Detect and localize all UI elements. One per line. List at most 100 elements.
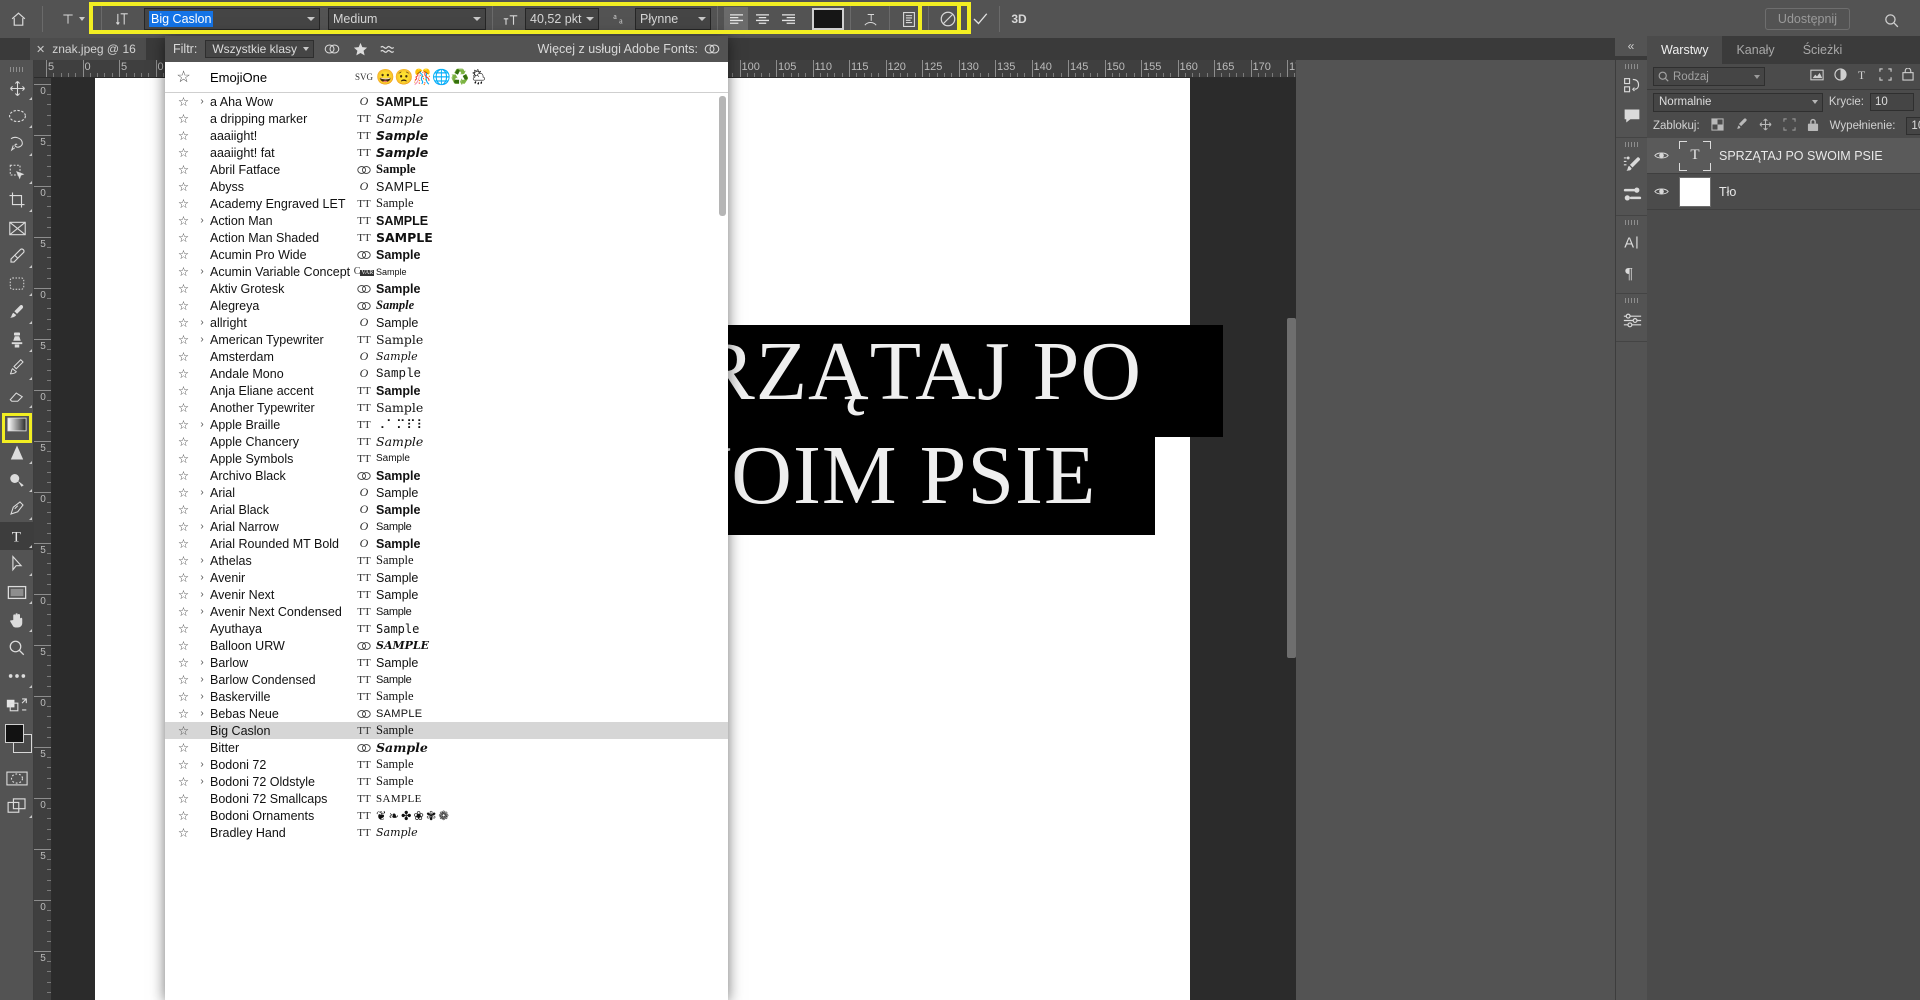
cancel-edit-button[interactable]	[935, 6, 961, 32]
font-list-item[interactable]: ☆ Balloon URW SAMPLE	[165, 637, 728, 654]
document-tab[interactable]: ✕ znak.jpeg @ 16	[30, 38, 146, 60]
adjustments-icon[interactable]	[1616, 149, 1648, 179]
warp-text-button[interactable]	[857, 6, 883, 32]
blend-mode-select[interactable]: Normalnie	[1653, 92, 1823, 112]
favorite-star-icon[interactable]: ☆	[173, 502, 194, 517]
font-list-item[interactable]: ☆ Apple Chancery TT Sample	[165, 433, 728, 450]
clone-stamp-tool[interactable]	[0, 326, 34, 354]
spot-healing-tool[interactable]	[0, 270, 34, 298]
adobe-fonts-link[interactable]: Więcej z usługi Adobe Fonts:	[538, 42, 721, 56]
favorite-star-icon[interactable]: ☆	[173, 825, 194, 840]
chevron-right-icon[interactable]: ›	[194, 266, 210, 277]
favorite-star-icon[interactable]: ☆	[173, 757, 194, 772]
edit-toolbar-button[interactable]	[0, 662, 34, 690]
favorite-star-icon[interactable]: ☆	[173, 383, 194, 398]
font-list-item[interactable]: ☆ Acumin Pro Wide Sample	[165, 246, 728, 263]
smart-object-filter-icon[interactable]	[1902, 67, 1914, 86]
font-list-item[interactable]: ☆ › Avenir Next TT Sample	[165, 586, 728, 603]
chevron-right-icon[interactable]: ›	[194, 317, 210, 328]
foreground-background-colors[interactable]	[0, 722, 34, 756]
settings-sliders-icon[interactable]	[1616, 305, 1648, 335]
panel-grip[interactable]	[0, 64, 33, 74]
favorites-filter-icon[interactable]	[350, 39, 370, 59]
frame-tool[interactable]	[0, 214, 34, 242]
font-list-item[interactable]: ☆ › Apple Braille TT ⠠⠁⠍⠏⠇	[165, 416, 728, 433]
hand-tool[interactable]	[0, 606, 34, 634]
font-list-item[interactable]: ☆ › Bodoni 72 Oldstyle TT Sample	[165, 773, 728, 790]
font-list-item[interactable]: ☆ Amsterdam O Sample	[165, 348, 728, 365]
font-list-item[interactable]: ☆ › Barlow TT Sample	[165, 654, 728, 671]
favorite-star-icon[interactable]: ☆	[173, 111, 194, 126]
lock-image-pixels-icon[interactable]	[1735, 118, 1748, 134]
rectangle-tool[interactable]	[0, 578, 34, 606]
font-list-item[interactable]: ☆ Bitter Sample	[165, 739, 728, 756]
lock-transparent-pixels-icon[interactable]	[1711, 118, 1724, 134]
chevron-right-icon[interactable]: ›	[194, 572, 210, 583]
font-list[interactable]: ☆ EmojiOne SVG 😀😟🎊🌐♻️🌦 ☆ › a Aha Wow O SAMPL…	[165, 62, 728, 1000]
favorite-star-icon[interactable]: ☆	[173, 366, 194, 381]
font-list-item[interactable]: ☆ Academy Engraved LET TT Sample	[165, 195, 728, 212]
screen-mode-button[interactable]	[0, 792, 34, 820]
font-list-item-emoji[interactable]: ☆ EmojiOne SVG 😀😟🎊🌐♻️🌦	[165, 62, 728, 93]
chevron-right-icon[interactable]: ›	[194, 606, 210, 617]
font-list-item[interactable]: ☆ aaaiight! fat TT Sample	[165, 144, 728, 161]
chevron-down-icon[interactable]	[1754, 74, 1760, 79]
favorite-star-icon[interactable]: ☆	[173, 315, 194, 330]
favorite-star-icon[interactable]: ☆	[173, 689, 194, 704]
eyedropper-tool[interactable]	[0, 242, 34, 270]
chevron-right-icon[interactable]: ›	[194, 657, 210, 668]
font-list-item[interactable]: ☆ › Avenir Next Condensed TT Sample	[165, 603, 728, 620]
rail-grip[interactable]	[1616, 62, 1647, 71]
align-center-button[interactable]	[750, 7, 774, 31]
path-selection-tool[interactable]	[0, 550, 34, 578]
favorite-star-icon[interactable]: ☆	[173, 67, 194, 87]
favorite-star-icon[interactable]: ☆	[173, 808, 194, 823]
type-layer-filter-icon[interactable]: T	[1857, 68, 1869, 86]
favorite-star-icon[interactable]: ☆	[173, 655, 194, 670]
favorite-star-icon[interactable]: ☆	[173, 349, 194, 364]
chevron-down-icon[interactable]	[1811, 100, 1818, 104]
chevron-right-icon[interactable]: ›	[194, 215, 210, 226]
eraser-tool[interactable]	[0, 382, 34, 410]
font-list-item[interactable]: ☆ Bodoni Ornaments TT ❦❧✤❀✾❁	[165, 807, 728, 824]
chevron-right-icon[interactable]: ›	[194, 521, 210, 532]
favorite-star-icon[interactable]: ☆	[173, 706, 194, 721]
lasso-tool[interactable]	[0, 130, 34, 158]
lock-position-icon[interactable]	[1759, 118, 1772, 134]
chevron-right-icon[interactable]: ›	[194, 589, 210, 600]
fill-input[interactable]: 10	[1906, 117, 1920, 135]
zoom-tool[interactable]	[0, 634, 34, 662]
layer-row[interactable]: T SPRZĄTAJ PO SWOIM PSIE	[1647, 138, 1920, 174]
favorite-star-icon[interactable]: ☆	[173, 434, 194, 449]
panel-tab-ścieżki[interactable]: Ścieżki	[1788, 36, 1857, 64]
font-list-item[interactable]: ☆ › Athelas TT Sample	[165, 552, 728, 569]
search-button[interactable]	[1878, 7, 1904, 33]
font-list-item[interactable]: ☆ Apple Symbols TT Sample	[165, 450, 728, 467]
favorite-star-icon[interactable]: ☆	[173, 536, 194, 551]
chevron-down-icon[interactable]	[586, 17, 594, 21]
three-d-button[interactable]: 3D	[1006, 6, 1032, 32]
font-list-item[interactable]: ☆ › Avenir TT Sample	[165, 569, 728, 586]
move-tool[interactable]	[0, 74, 34, 102]
favorite-star-icon[interactable]: ☆	[173, 519, 194, 534]
chevron-down-icon[interactable]	[473, 17, 481, 21]
chevron-down-icon[interactable]	[698, 17, 706, 21]
favorite-star-icon[interactable]: ☆	[173, 672, 194, 687]
font-family-input[interactable]: Big Caslon	[144, 8, 320, 30]
cloud-fonts-filter-icon[interactable]	[322, 39, 342, 59]
favorite-star-icon[interactable]: ☆	[173, 145, 194, 160]
font-style-input[interactable]: Medium	[328, 8, 486, 30]
similar-fonts-filter-icon[interactable]	[378, 39, 398, 59]
favorite-star-icon[interactable]: ☆	[173, 179, 194, 194]
chevron-right-icon[interactable]: ›	[194, 708, 210, 719]
favorite-star-icon[interactable]: ☆	[173, 604, 194, 619]
favorite-star-icon[interactable]: ☆	[173, 298, 194, 313]
character-icon[interactable]: A	[1616, 227, 1648, 257]
anti-aliasing-select[interactable]: Płynne	[635, 8, 711, 30]
font-list-item[interactable]: ☆ › Barlow Condensed TT Sample	[165, 671, 728, 688]
font-list-item[interactable]: ☆ Action Man Shaded TT SAMPLE	[165, 229, 728, 246]
brush-tool[interactable]	[0, 298, 34, 326]
favorite-star-icon[interactable]: ☆	[173, 723, 194, 738]
chevron-right-icon[interactable]: ›	[194, 555, 210, 566]
text-orientation-button[interactable]	[108, 0, 138, 38]
